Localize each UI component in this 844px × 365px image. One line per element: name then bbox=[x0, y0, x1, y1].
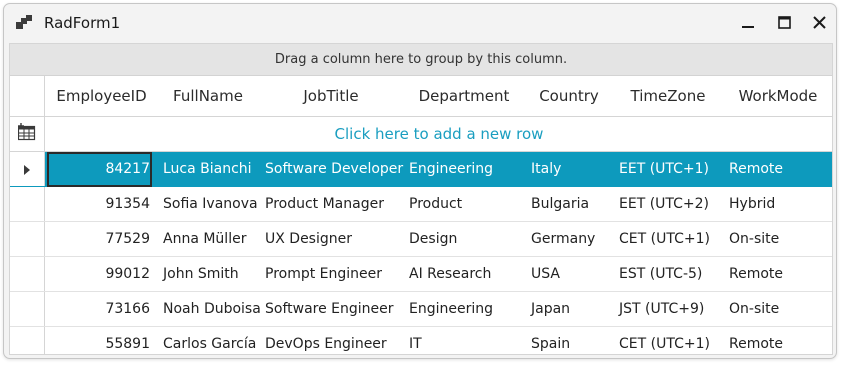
column-header-workmode[interactable]: WorkMode bbox=[723, 76, 832, 116]
employee-grid[interactable]: Drag a column here to group by this colu… bbox=[9, 43, 833, 355]
cell-jobtitle[interactable]: UX Designer bbox=[265, 222, 409, 256]
cell-employeeid[interactable]: 91354 bbox=[46, 187, 150, 221]
cell-timezone[interactable]: JST (UTC+9) bbox=[619, 292, 729, 326]
cell-workmode[interactable]: Remote bbox=[729, 152, 832, 186]
cell-department[interactable]: Engineering bbox=[409, 292, 531, 326]
cell-employeeid[interactable]: 77529 bbox=[46, 222, 150, 256]
cell-jobtitle[interactable]: Software Developer bbox=[265, 152, 409, 186]
cell-fullname[interactable]: Sofia Ivanova bbox=[163, 187, 265, 221]
cell-workmode[interactable]: Remote bbox=[729, 257, 832, 291]
row-indicator[interactable] bbox=[10, 257, 45, 291]
cell-employeeid[interactable]: 55891 bbox=[46, 327, 150, 354]
cell-timezone[interactable]: CET (UTC+1) bbox=[619, 222, 729, 256]
cell-jobtitle[interactable]: Prompt Engineer bbox=[265, 257, 409, 291]
maximize-icon bbox=[777, 14, 791, 33]
window-title: RadForm1 bbox=[44, 14, 121, 32]
close-icon bbox=[812, 14, 826, 33]
column-header-timezone[interactable]: TimeZone bbox=[613, 76, 723, 116]
cell-country[interactable]: Japan bbox=[531, 292, 619, 326]
close-button[interactable] bbox=[801, 10, 836, 36]
column-header-jobtitle[interactable]: JobTitle bbox=[259, 76, 403, 116]
row-indicator[interactable] bbox=[10, 292, 45, 326]
cell-employeeid[interactable]: 84217 bbox=[46, 152, 150, 186]
cell-fullname[interactable]: Anna Müller bbox=[163, 222, 265, 256]
column-header-fullname[interactable]: FullName bbox=[157, 76, 259, 116]
new-row[interactable]: Click here to add a new row bbox=[10, 117, 832, 152]
add-new-row-link[interactable]: Click here to add a new row bbox=[46, 117, 832, 151]
group-panel[interactable]: Drag a column here to group by this colu… bbox=[10, 44, 832, 76]
cell-country[interactable]: USA bbox=[531, 257, 619, 291]
cell-department[interactable]: IT bbox=[409, 327, 531, 354]
cell-department[interactable]: Engineering bbox=[409, 152, 531, 186]
cell-fullname[interactable]: John Smith bbox=[163, 257, 265, 291]
table-row[interactable]: 84217 Luca Bianchi Software Developer Engin… bbox=[10, 152, 832, 187]
row-indicator[interactable] bbox=[10, 327, 45, 354]
cell-jobtitle[interactable]: Product Manager bbox=[265, 187, 409, 221]
cell-workmode[interactable]: On-site bbox=[729, 292, 832, 326]
header-indicator-cell bbox=[10, 76, 45, 116]
cell-jobtitle[interactable]: DevOps Engineer bbox=[265, 327, 409, 354]
table-row[interactable]: 73166 Noah Duboisa Software Engineer Engine… bbox=[10, 292, 832, 327]
minimize-icon bbox=[742, 14, 754, 33]
cell-timezone[interactable]: EET (UTC+2) bbox=[619, 187, 729, 221]
column-header-row: EmployeeID FullName JobTitle Department … bbox=[10, 76, 832, 117]
cell-jobtitle[interactable]: Software Engineer bbox=[265, 292, 409, 326]
radform-app-icon bbox=[16, 15, 32, 31]
table-row[interactable]: 77529 Anna Müller UX Designer Design Germany… bbox=[10, 222, 832, 257]
cell-country[interactable]: Germany bbox=[531, 222, 619, 256]
cell-department[interactable]: Product bbox=[409, 187, 531, 221]
radform-window: RadForm1 Drag a column here to group by … bbox=[3, 3, 837, 359]
row-indicator[interactable] bbox=[10, 187, 45, 221]
cell-workmode[interactable]: Remote bbox=[729, 327, 832, 354]
current-row-arrow-icon bbox=[23, 160, 31, 179]
minimize-button[interactable] bbox=[730, 10, 766, 36]
table-row[interactable]: 55891 Carlos García DevOps Engineer IT Spain… bbox=[10, 327, 832, 354]
cell-fullname[interactable]: Noah Duboisa bbox=[163, 292, 265, 326]
cell-country[interactable]: Italy bbox=[531, 152, 619, 186]
table-row[interactable]: 91354 Sofia Ivanova Product Manager Product… bbox=[10, 187, 832, 222]
cell-timezone[interactable]: EET (UTC+1) bbox=[619, 152, 729, 186]
title-bar[interactable]: RadForm1 bbox=[4, 4, 836, 42]
table-row[interactable]: 99012 John Smith Prompt Engineer AI Researc… bbox=[10, 257, 832, 292]
column-header-employeeid[interactable]: EmployeeID bbox=[46, 76, 157, 116]
cell-fullname[interactable]: Carlos García bbox=[163, 327, 265, 354]
cell-workmode[interactable]: On-site bbox=[729, 222, 832, 256]
cell-employeeid[interactable]: 99012 bbox=[46, 257, 150, 291]
new-row-indicator bbox=[10, 117, 45, 151]
cell-timezone[interactable]: EST (UTC-5) bbox=[619, 257, 729, 291]
cell-timezone[interactable]: CET (UTC+1) bbox=[619, 327, 729, 354]
table-add-icon bbox=[17, 123, 36, 145]
maximize-button[interactable] bbox=[766, 10, 802, 36]
column-header-department[interactable]: Department bbox=[403, 76, 525, 116]
column-header-country[interactable]: Country bbox=[525, 76, 613, 116]
cell-fullname[interactable]: Luca Bianchi bbox=[163, 152, 265, 186]
cell-workmode[interactable]: Hybrid bbox=[729, 187, 832, 221]
row-indicator[interactable] bbox=[10, 152, 45, 186]
cell-department[interactable]: AI Research bbox=[409, 257, 531, 291]
cell-employeeid[interactable]: 73166 bbox=[46, 292, 150, 326]
cell-country[interactable]: Spain bbox=[531, 327, 619, 354]
row-indicator[interactable] bbox=[10, 222, 45, 256]
cell-department[interactable]: Design bbox=[409, 222, 531, 256]
cell-country[interactable]: Bulgaria bbox=[531, 187, 619, 221]
